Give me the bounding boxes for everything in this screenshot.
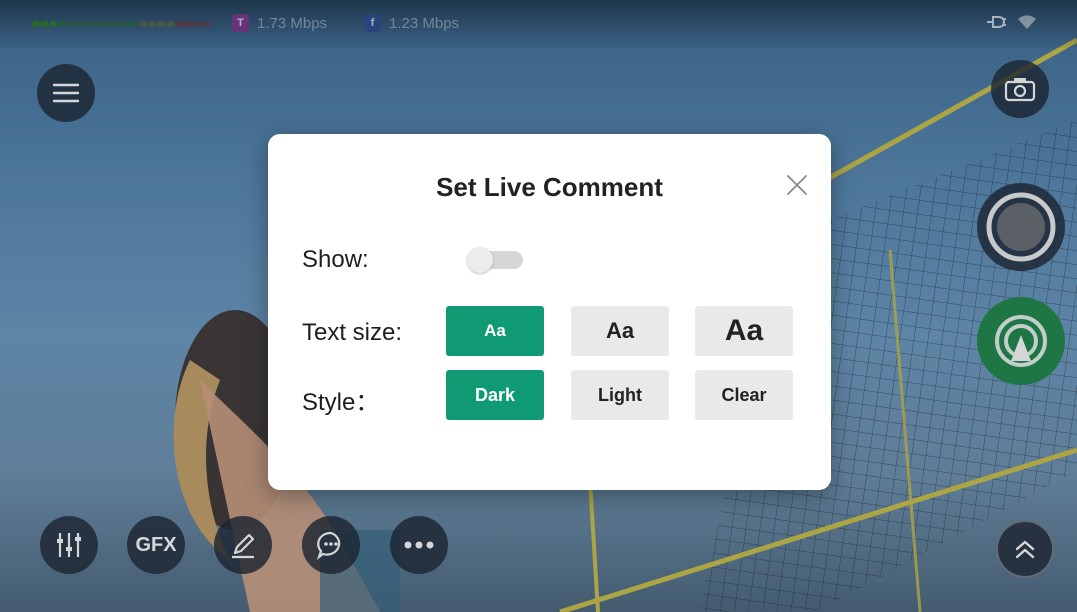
style-dark[interactable]: Dark [446,370,544,420]
live-comment-dialog: Set Live Comment Show: Text size: Aa Aa … [268,134,831,490]
style-light[interactable]: Light [571,370,669,420]
text-size-small[interactable]: Aa [446,306,544,356]
show-label: Show: [302,246,369,273]
text-size-label: Text size: [302,319,403,346]
style-clear[interactable]: Clear [695,370,793,420]
text-size-medium[interactable]: Aa [571,306,669,356]
camera-live-view: T 1.73 Mbps f 1.23 Mbps GFX Set Live Com… [0,0,1077,612]
text-size-large[interactable]: Aa [695,306,793,356]
style-label: Style： [302,389,380,416]
close-icon[interactable] [784,172,810,198]
toggle-knob [467,247,493,273]
show-toggle[interactable] [467,247,523,273]
dialog-title: Set Live Comment [436,172,663,202]
